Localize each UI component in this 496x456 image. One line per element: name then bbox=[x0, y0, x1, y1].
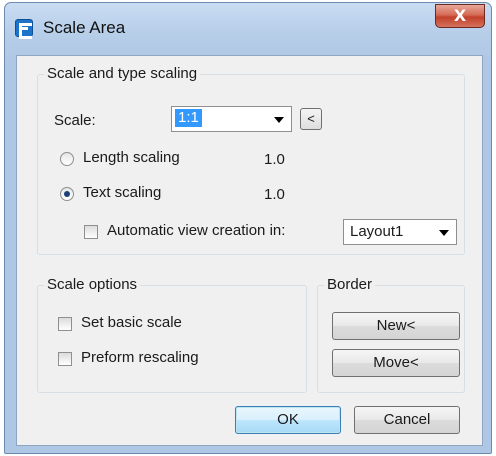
ok-button-label: OK bbox=[277, 411, 299, 428]
pick-scale-button[interactable]: < bbox=[300, 108, 322, 130]
length-scaling-value: 1.0 bbox=[264, 151, 285, 168]
cancel-button[interactable]: Cancel bbox=[354, 406, 460, 434]
text-scaling-radio[interactable] bbox=[60, 187, 74, 201]
preform-rescaling-checkbox[interactable] bbox=[58, 352, 72, 366]
layout-combobox[interactable]: Layout1 bbox=[343, 219, 457, 245]
app-logo-icon bbox=[15, 19, 33, 39]
scale-value[interactable]: 1:1 bbox=[175, 109, 202, 127]
scale-group-legend: Scale and type scaling bbox=[44, 65, 201, 82]
scale-options-group: Scale options Set basic scale Preform re… bbox=[37, 276, 307, 393]
scale-and-type-scaling-group: Scale and type scaling Scale: 1:1 < Leng… bbox=[37, 65, 465, 255]
ok-button[interactable]: OK bbox=[235, 406, 341, 434]
border-legend: Border bbox=[324, 276, 376, 293]
dialog-body: Scale and type scaling Scale: 1:1 < Leng… bbox=[16, 55, 483, 446]
text-scaling-value: 1.0 bbox=[264, 186, 285, 203]
scale-label: Scale: bbox=[54, 112, 96, 129]
automatic-view-creation-checkbox[interactable] bbox=[84, 225, 98, 239]
automatic-view-creation-label[interactable]: Automatic view creation in: bbox=[107, 222, 285, 239]
text-scaling-label[interactable]: Text scaling bbox=[83, 184, 161, 201]
border-group: Border New< Move< bbox=[317, 276, 465, 393]
length-scaling-radio[interactable] bbox=[60, 152, 74, 166]
dialog-title: Scale Area bbox=[43, 18, 126, 37]
move-border-button[interactable]: Move< bbox=[332, 349, 460, 377]
close-icon: X bbox=[453, 6, 467, 25]
chevron-down-icon[interactable] bbox=[274, 117, 284, 123]
title-bar[interactable]: Scale Area X bbox=[5, 3, 491, 55]
new-border-button-label: New< bbox=[376, 317, 416, 334]
cancel-button-label: Cancel bbox=[383, 411, 431, 428]
preform-rescaling-label[interactable]: Preform rescaling bbox=[81, 349, 199, 366]
close-button[interactable]: X bbox=[435, 4, 485, 28]
move-border-button-label: Move< bbox=[373, 354, 419, 371]
new-border-button[interactable]: New< bbox=[332, 312, 460, 340]
set-basic-scale-label[interactable]: Set basic scale bbox=[81, 314, 182, 331]
length-scaling-label[interactable]: Length scaling bbox=[83, 149, 180, 166]
scale-options-legend: Scale options bbox=[44, 276, 141, 293]
scale-area-dialog: Scale Area X Scale and type scaling Scal… bbox=[4, 2, 492, 454]
scale-combobox[interactable]: 1:1 bbox=[171, 106, 292, 132]
chevron-down-icon[interactable] bbox=[439, 230, 449, 236]
layout-value[interactable]: Layout1 bbox=[350, 223, 403, 240]
pick-scale-button-label: < bbox=[307, 111, 315, 126]
set-basic-scale-checkbox[interactable] bbox=[58, 317, 72, 331]
